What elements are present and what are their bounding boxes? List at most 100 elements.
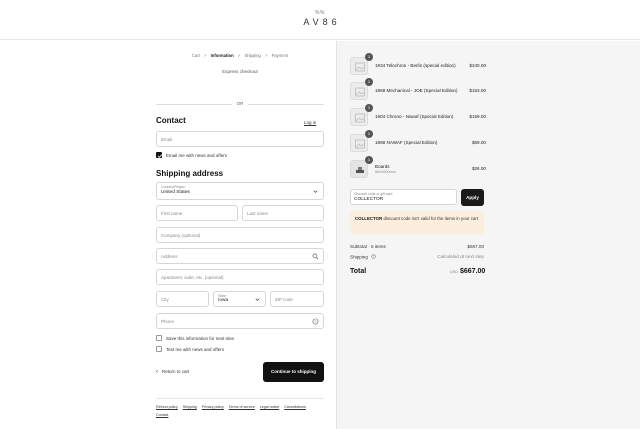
discount-code-field[interactable]: Discount code or gift card COLLECTOR [350, 189, 457, 205]
line-item: 1 1934 Telechron - Berlin (special editi… [350, 53, 486, 75]
quantity-badge: 1 [365, 156, 373, 164]
line-item: 1 1968 NAWAF (Special Edition) $69.00 [350, 130, 486, 152]
image-placeholder-icon [355, 87, 365, 97]
breadcrumb-separator: > [204, 53, 207, 58]
country-value: United States [161, 190, 190, 195]
item-name: 1968 Mechanical - JOE (Special Edition) [375, 88, 458, 93]
login-link[interactable]: Log in [304, 120, 316, 125]
logo-text: AV86 [303, 17, 341, 27]
last-name-placeholder: Last name [247, 211, 269, 216]
breadcrumb: Cart > Information > Shipping > Payment [156, 53, 324, 58]
phone-placeholder: Phone [161, 319, 175, 324]
item-price: $69.00 [471, 140, 486, 145]
help-icon[interactable]: ? [312, 318, 319, 325]
company-field[interactable]: Company (optional) [156, 227, 324, 243]
express-checkout-label: Express checkout [222, 69, 258, 74]
help-icon[interactable]: ? [371, 254, 376, 259]
phone-field[interactable]: Phone ? [156, 313, 324, 329]
text-me-label: Text me with news and offers [166, 347, 224, 352]
item-name: Boards [375, 164, 390, 169]
line-item: 1 1904 Chrono - Nawaf (Special Edition) … [350, 104, 486, 126]
item-price: $159.00 [469, 114, 486, 119]
item-price: $240.00 [469, 63, 486, 68]
item-name: 1934 Telechron - Berlin (special edition… [375, 63, 456, 68]
return-to-cart-link[interactable]: ‹ Return to cart [156, 369, 190, 375]
zip-field[interactable]: ZIP code [270, 291, 324, 307]
email-placeholder: Email [161, 137, 173, 142]
state-select[interactable]: State Iowa [213, 291, 266, 307]
footer-link-legal[interactable]: Legal notice [260, 405, 279, 409]
notice-text: discount code isn't valid for the items … [383, 216, 479, 221]
shipping-value: Calculated at next step [437, 254, 484, 259]
item-name: 1968 NAWAF (Special Edition) [375, 140, 438, 145]
brand-logo[interactable]: %% AV86 [0, 10, 640, 28]
save-info-checkbox[interactable] [156, 335, 162, 341]
city-field[interactable]: City [156, 291, 209, 307]
newsletter-label: Email me with news and offers [166, 153, 227, 158]
contact-heading: Contact [156, 116, 186, 125]
shipping-heading: Shipping address [156, 169, 224, 178]
last-name-field[interactable]: Last name [242, 205, 324, 221]
footer-link-terms[interactable]: Terms of service [229, 405, 255, 409]
line-item: 1 Boards 500x500mm $26.00 [350, 156, 486, 178]
breadcrumb-separator: > [237, 53, 241, 58]
total-currency: USD [450, 270, 459, 274]
country-label: Country/Region [161, 185, 186, 189]
footer-links: Refund policy Shipping Privacy policy Te… [156, 403, 324, 419]
address-placeholder: Address [161, 254, 178, 259]
header: %% AV86 [0, 0, 640, 40]
newsletter-checkbox[interactable] [156, 152, 163, 158]
quantity-badge: 1 [365, 104, 373, 112]
footer-link-refund[interactable]: Refund policy [156, 405, 178, 409]
notice-code: COLLECTOR [355, 216, 383, 221]
quantity-badge: 1 [365, 53, 373, 61]
company-placeholder: Company (optional) [161, 233, 201, 238]
subtotal-label: Subtotal · 5 items [350, 244, 386, 249]
item-price: $26.00 [471, 166, 486, 171]
email-field[interactable]: Email [156, 131, 324, 147]
or-divider-text: OR [232, 101, 248, 106]
first-name-placeholder: First name [161, 211, 183, 216]
quantity-badge: 1 [365, 130, 373, 138]
item-price: $153.00 [469, 88, 486, 93]
country-select[interactable]: Country/Region United States [156, 182, 324, 200]
text-me-checkbox[interactable] [156, 346, 162, 352]
first-name-field[interactable]: First name [156, 205, 238, 221]
footer-link-contact[interactable]: Contact [156, 413, 168, 417]
return-label: Return to cart [162, 369, 190, 374]
footer-link-privacy[interactable]: Privacy policy [202, 405, 224, 409]
breadcrumb-payment: Payment [271, 53, 289, 58]
apply-discount-button[interactable]: Apply [461, 189, 484, 206]
state-value: Iowa [218, 298, 229, 303]
subtotal-row: Subtotal · 5 items $667.00 [350, 244, 484, 249]
discount-value: COLLECTOR [354, 197, 384, 202]
address-field[interactable]: Address [156, 248, 324, 264]
apartment-placeholder: Apartment, suite, etc. (optional) [161, 275, 224, 280]
breadcrumb-separator: > [264, 53, 268, 58]
line-item: 1 1968 Mechanical - JOE (Special Edition… [350, 78, 486, 100]
item-name: 1904 Chrono - Nawaf (Special Edition) [375, 114, 454, 119]
footer-divider [156, 398, 324, 399]
footer-link-cancellations[interactable]: Cancellations [284, 405, 306, 409]
city-placeholder: City [161, 297, 169, 302]
image-placeholder-icon [355, 139, 365, 149]
total-label: Total [350, 268, 367, 275]
shipping-row: Shipping ? Calculated at next step [350, 254, 484, 260]
item-variant: 500x500mm [375, 170, 396, 174]
chevron-down-icon [313, 190, 318, 193]
breadcrumb-shipping: Shipping [244, 53, 261, 58]
shipping-label: Shipping [350, 254, 368, 260]
image-placeholder-icon [355, 113, 365, 123]
breadcrumb-cart[interactable]: Cart [192, 53, 200, 58]
check-icon [157, 154, 163, 158]
footer-link-shipping[interactable]: Shipping [183, 405, 197, 409]
zip-placeholder: ZIP code [275, 297, 293, 302]
image-placeholder-icon [355, 62, 365, 72]
discount-error-notice: COLLECTOR discount code isn't valid for … [350, 211, 484, 234]
search-icon [312, 253, 319, 260]
apartment-field[interactable]: Apartment, suite, etc. (optional) [156, 269, 324, 285]
save-info-label: Save this information for next time [166, 336, 235, 341]
chevron-left-icon: ‹ [156, 369, 158, 375]
continue-to-shipping-button[interactable]: Continue to shipping [263, 362, 324, 382]
total-value: $667.00 [460, 268, 486, 275]
